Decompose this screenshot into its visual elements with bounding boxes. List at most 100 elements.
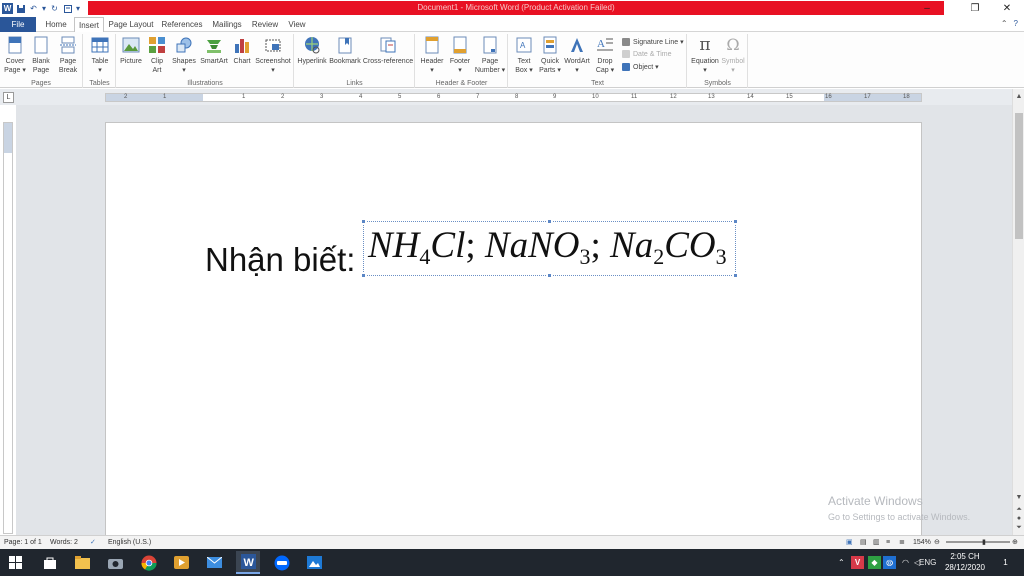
zalo-icon[interactable] [272,553,291,572]
cross-reference-button[interactable]: Cross-reference [362,36,414,66]
resize-handle[interactable] [361,273,366,278]
resize-handle[interactable] [361,219,366,224]
group-label-symbols: Symbols [704,80,731,87]
ruler-tick: 6 [437,94,441,100]
scroll-up-arrow[interactable]: ▲ [1013,92,1024,102]
wifi-icon[interactable]: ◠ [902,549,909,576]
page-count[interactable]: Page: 1 of 1 [4,536,42,549]
spelling-check-icon[interactable]: ✓ [90,536,96,549]
body-text-label[interactable]: Nhận biết: [205,241,355,279]
document-page[interactable]: Nhận biết: NH4Cl; NaNO3; Na2CO3 [105,122,922,535]
dropdown-icon[interactable]: ▾ [41,3,47,14]
vertical-ruler[interactable] [3,122,13,534]
draft-view-icon[interactable]: ≣ [899,536,905,549]
vertical-scrollbar[interactable]: ▲ ▼ ⏶ ● ⏷ [1012,89,1024,535]
clip-art-button[interactable]: Clip Art [145,36,169,75]
chart-button[interactable]: Chart [231,36,253,66]
tab-review[interactable]: Review [250,17,280,32]
page-break-button[interactable]: Page Break [55,36,81,75]
undo-icon[interactable]: ↶ [28,3,39,14]
text-box-button[interactable]: A Text Box ▾ [511,36,537,75]
zoom-level[interactable]: 154% [913,536,931,549]
drop-cap-button[interactable]: A Drop Cap ▾ [591,36,619,75]
word-count[interactable]: Words: 2 [50,536,78,549]
web-layout-view-icon[interactable]: ▥ [873,536,880,549]
wordart-button[interactable]: WordArt ▾ [563,36,591,75]
tray-app-icon[interactable]: ◆ [868,556,881,569]
quick-parts-button[interactable]: Quick Parts ▾ [537,36,563,75]
horizontal-ruler[interactable]: 2 1 1 2 3 4 5 6 7 8 9 10 11 12 13 14 15 … [105,93,922,102]
signature-line-button[interactable]: Signature Line ▾ [622,37,684,49]
resize-handle[interactable] [733,219,738,224]
table-button[interactable]: Table ▾ [87,36,113,75]
minimize-ribbon-icon[interactable]: ⌃ [1001,19,1008,28]
footer-button[interactable]: Footer ▾ [446,36,474,75]
file-explorer-icon[interactable] [73,553,92,572]
picture-button[interactable]: Picture [119,36,143,66]
tab-references[interactable]: References [160,17,204,32]
activation-watermark: Activate Windows Go to Settings to activ… [828,493,970,525]
zoom-out-icon[interactable]: ⊖ [934,536,940,549]
page-number-button[interactable]: Page Number ▾ [474,36,506,75]
hyperlink-button[interactable]: Hyperlink [296,36,328,66]
maximize-button[interactable]: ❐ [960,1,990,16]
resize-handle[interactable] [547,273,552,278]
tab-insert[interactable]: Insert [74,17,104,33]
date-time-button[interactable]: Date & Time [622,49,672,61]
equation-button[interactable]: π Equation ▾ [690,36,720,75]
chrome-icon[interactable] [139,553,158,572]
resize-handle[interactable] [733,273,738,278]
help-icon[interactable]: ? [1014,19,1018,28]
start-icon[interactable] [6,553,25,572]
tab-view[interactable]: View [284,17,310,32]
battery-icon[interactable]: ▭ [886,549,894,576]
scroll-thumb[interactable] [1015,113,1023,239]
zoom-slider[interactable] [946,541,1010,543]
redo-icon[interactable]: ↻ [49,3,60,14]
word-taskbar-icon[interactable]: W [236,551,260,574]
smartart-button[interactable]: SmartArt [199,36,229,66]
cover-page-button[interactable]: Cover Page ▾ [3,36,27,75]
word-icon[interactable]: W [2,3,13,14]
save-icon[interactable] [15,3,26,14]
formula-separator: ; [465,225,476,266]
mail-icon[interactable] [205,553,224,572]
notification-icon[interactable]: 1 [996,553,1015,572]
tray-app-icon[interactable]: V [851,556,864,569]
outline-view-icon[interactable]: ≡ [886,536,890,549]
minimize-button[interactable]: ‒ [912,1,942,16]
language-indicator[interactable]: English (U.S.) [108,536,151,549]
symbol-button[interactable]: Ω Symbol ▾ [720,36,746,75]
tab-page-layout[interactable]: Page Layout [108,17,154,32]
chemistry-equation[interactable]: NH4Cl; NaNO3; Na2CO3 [368,224,727,270]
tab-file[interactable]: File [0,17,36,32]
scroll-down-arrow[interactable]: ▼ [1013,493,1024,503]
clock-time: 2:05 CH [950,552,980,561]
media-player-icon[interactable] [172,553,191,572]
store-icon[interactable] [40,553,59,572]
camera-icon[interactable] [106,553,125,572]
customize-qat-icon[interactable]: ▾ [75,3,81,14]
tab-mailings[interactable]: Mailings [208,17,246,32]
blank-page-button[interactable]: Blank Page [29,36,53,75]
screenshot-button[interactable]: Screenshot ▾ [255,36,291,75]
next-page-icon[interactable]: ⏷ [1013,523,1024,533]
full-screen-view-icon[interactable]: ▤ [860,536,867,549]
system-clock[interactable]: 2:05 CH 28/12/2020 [940,551,990,573]
shapes-button[interactable]: Shapes ▾ [171,36,197,75]
clip-art-icon [149,37,165,53]
object-button[interactable]: Object ▾ [622,62,659,74]
tab-selector[interactable]: L [3,92,14,103]
zoom-in-icon[interactable]: ⊕ [1012,536,1018,549]
print-layout-view-icon[interactable]: ▣ [846,536,853,549]
show-hidden-icons[interactable]: ⌃ [838,549,845,576]
ruler-tick: 7 [476,94,480,100]
input-language[interactable]: ENG [919,549,936,576]
zoom-slider-thumb[interactable]: ▮ [982,536,986,549]
bookmark-button[interactable]: Bookmark [329,36,361,66]
header-button[interactable]: Header ▾ [418,36,446,75]
close-button[interactable]: ✕ [992,1,1022,16]
tab-home[interactable]: Home [40,17,72,32]
print-preview-icon[interactable] [62,3,73,14]
photos-icon[interactable] [305,553,324,572]
